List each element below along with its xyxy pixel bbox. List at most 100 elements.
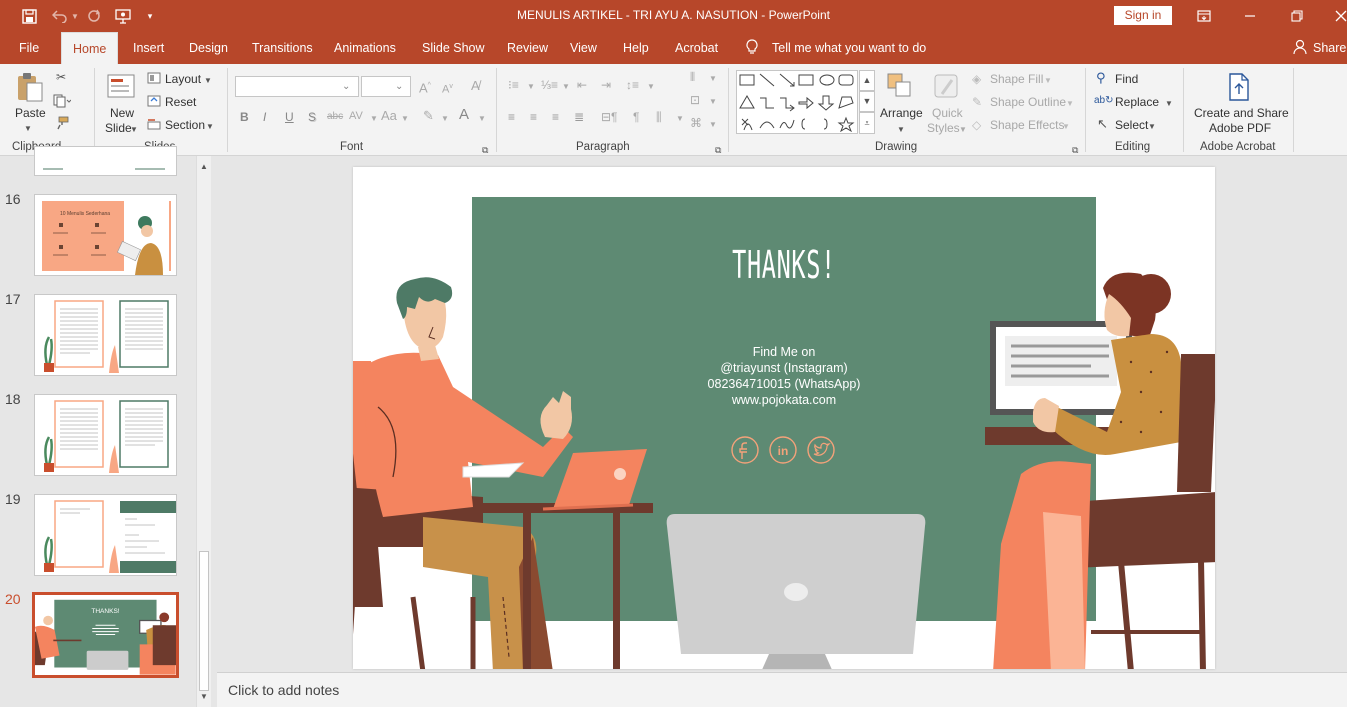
format-painter-icon[interactable]	[54, 116, 70, 133]
smartart-icon[interactable]: ⌘	[690, 116, 702, 130]
drawing-launcher-icon[interactable]: ⧉	[1072, 143, 1078, 157]
create-pdf-icon[interactable]	[1226, 72, 1252, 102]
decrease-font-size-icon[interactable]: Av	[442, 80, 453, 97]
slide-thumbnail-20-selected[interactable]: THANKS!	[32, 592, 179, 678]
align-text-icon[interactable]: ⊡	[690, 93, 700, 107]
minimize-icon[interactable]	[1240, 7, 1260, 25]
text-shadow-button[interactable]: S	[308, 110, 316, 124]
ltr-icon[interactable]: ¶	[611, 110, 617, 124]
line-spacing-dropdown-icon[interactable]: ▼	[647, 80, 655, 94]
font-name-dropdown-icon[interactable]: ⌄	[342, 80, 350, 94]
tab-help[interactable]: Help	[623, 32, 649, 64]
bullets-dropdown-icon[interactable]: ▼	[527, 80, 535, 94]
character-spacing-button[interactable]: AV	[349, 109, 363, 123]
select-button[interactable]: Select	[1115, 118, 1148, 132]
quick-styles-button-line2[interactable]: Styles	[927, 121, 960, 135]
arrange-button[interactable]: Arrange	[880, 106, 923, 120]
tab-file[interactable]: File	[19, 32, 39, 64]
clear-formatting-icon[interactable]: A̸	[471, 79, 480, 93]
paste-icon[interactable]	[15, 71, 45, 103]
select-dropdown-icon[interactable]: ▼	[1148, 120, 1156, 134]
paragraph-launcher-icon[interactable]: ⧉	[715, 143, 721, 157]
quick-styles-icon[interactable]	[932, 72, 962, 102]
slide-thumbnail-15[interactable]	[34, 146, 177, 176]
sign-in-button[interactable]: Sign in	[1114, 6, 1172, 25]
numbering-dropdown-icon[interactable]: ▼	[562, 80, 570, 94]
create-share-pdf-button-line2[interactable]: Adobe PDF	[1209, 121, 1271, 135]
shape-effects-dropdown-icon[interactable]: ▼	[1062, 120, 1070, 134]
distributed-icon[interactable]: ⊟	[601, 110, 611, 124]
section-dropdown-icon[interactable]: ▼	[206, 120, 214, 134]
bold-button[interactable]: B	[240, 110, 249, 124]
shapes-more-icon[interactable]: ⩡	[859, 112, 875, 134]
font-name-combobox[interactable]	[235, 76, 359, 97]
scroll-thumb[interactable]	[199, 551, 209, 691]
font-launcher-icon[interactable]: ⧉	[482, 143, 488, 157]
copy-icon[interactable]	[52, 94, 72, 111]
find-button[interactable]: Find	[1115, 72, 1138, 86]
align-left-icon[interactable]: ≡	[508, 110, 515, 124]
change-case-dropdown-icon[interactable]: ▼	[401, 112, 409, 126]
tab-insert[interactable]: Insert	[133, 32, 164, 64]
tab-review[interactable]: Review	[507, 32, 548, 64]
arrange-icon[interactable]	[886, 72, 916, 102]
cut-icon[interactable]: ✂	[54, 70, 68, 84]
slide-thumbnail-17[interactable]	[34, 294, 177, 376]
highlight-dropdown-icon[interactable]: ▼	[441, 112, 449, 126]
tab-animations[interactable]: Animations	[334, 32, 396, 64]
current-slide[interactable]: THANKS! Find Me on @triayunst (Instagram…	[353, 167, 1215, 669]
italic-button[interactable]: I	[263, 110, 266, 124]
align-right-icon[interactable]: ≡	[552, 110, 559, 124]
text-direction-dropdown-icon[interactable]: ▼	[709, 72, 717, 86]
increase-indent-icon[interactable]: ⇥	[601, 78, 611, 92]
font-size-dropdown-icon[interactable]: ⌄	[395, 80, 403, 94]
new-slide-button-line1[interactable]: New	[110, 106, 134, 120]
character-spacing-dropdown-icon[interactable]: ▼	[370, 112, 378, 126]
replace-button[interactable]: Replace	[1115, 95, 1159, 109]
new-slide-button-line2[interactable]: Slide	[105, 121, 132, 135]
layout-button[interactable]: Layout	[165, 72, 201, 86]
ribbon-display-options-icon[interactable]	[1196, 7, 1212, 25]
font-size-combobox[interactable]	[361, 76, 411, 97]
shape-fill-button[interactable]: Shape Fill	[990, 72, 1043, 86]
paste-button[interactable]: Paste	[15, 106, 46, 120]
arrange-dropdown-icon[interactable]: ▼	[897, 123, 905, 137]
quick-styles-button-line1[interactable]: Quick	[932, 106, 963, 120]
font-color-dropdown-icon[interactable]: ▼	[478, 112, 486, 126]
layout-dropdown-icon[interactable]: ▼	[204, 74, 212, 88]
bullets-icon[interactable]: ⁝≡	[508, 78, 519, 92]
close-icon[interactable]	[1333, 7, 1347, 25]
slide-thumbnail-18[interactable]	[34, 394, 177, 476]
tab-slide-show[interactable]: Slide Show	[422, 32, 485, 64]
strikethrough-button[interactable]: abc	[327, 110, 343, 124]
columns-icon[interactable]: ⫼	[656, 110, 662, 124]
line-spacing-icon[interactable]: ↕≡	[626, 78, 639, 92]
replace-dropdown-icon[interactable]: ▼	[1165, 97, 1173, 111]
new-slide-dropdown-icon[interactable]: ▼	[130, 123, 138, 137]
font-color-button[interactable]: A	[459, 107, 469, 122]
shape-outline-button[interactable]: Shape Outline	[990, 95, 1066, 109]
increase-font-size-icon[interactable]: A^	[419, 79, 431, 95]
tab-acrobat[interactable]: Acrobat	[675, 32, 718, 64]
shape-outline-dropdown-icon[interactable]: ▼	[1066, 97, 1074, 111]
create-share-pdf-button-line1[interactable]: Create and Share	[1194, 106, 1289, 120]
thumbnail-scrollbar[interactable]: ▲ ▼	[196, 156, 211, 707]
scroll-up-icon[interactable]: ▲	[200, 162, 208, 171]
highlight-icon[interactable]: ✎	[423, 109, 434, 123]
shapes-scroll-up-icon[interactable]: ▲	[859, 70, 875, 91]
slide-thumbnail-16[interactable]: 10 Menulis Sederhana	[34, 194, 177, 276]
decrease-indent-icon[interactable]: ⇤	[577, 78, 587, 92]
notes-placeholder[interactable]: Click to add notes	[228, 682, 339, 698]
scroll-down-icon[interactable]: ▼	[200, 692, 208, 701]
align-text-dropdown-icon[interactable]: ▼	[709, 95, 717, 109]
underline-button[interactable]: U	[285, 110, 294, 124]
tab-design[interactable]: Design	[189, 32, 228, 64]
tab-transitions[interactable]: Transitions	[252, 32, 313, 64]
notes-pane[interactable]: Click to add notes	[217, 672, 1347, 707]
change-case-button[interactable]: Aa	[381, 109, 397, 123]
new-slide-icon[interactable]	[106, 71, 138, 101]
tab-view[interactable]: View	[570, 32, 597, 64]
reset-button[interactable]: Reset	[165, 95, 196, 109]
text-direction-icon[interactable]: ⫴	[690, 70, 695, 84]
tell-me-search[interactable]: Tell me what you want to do	[772, 32, 926, 64]
